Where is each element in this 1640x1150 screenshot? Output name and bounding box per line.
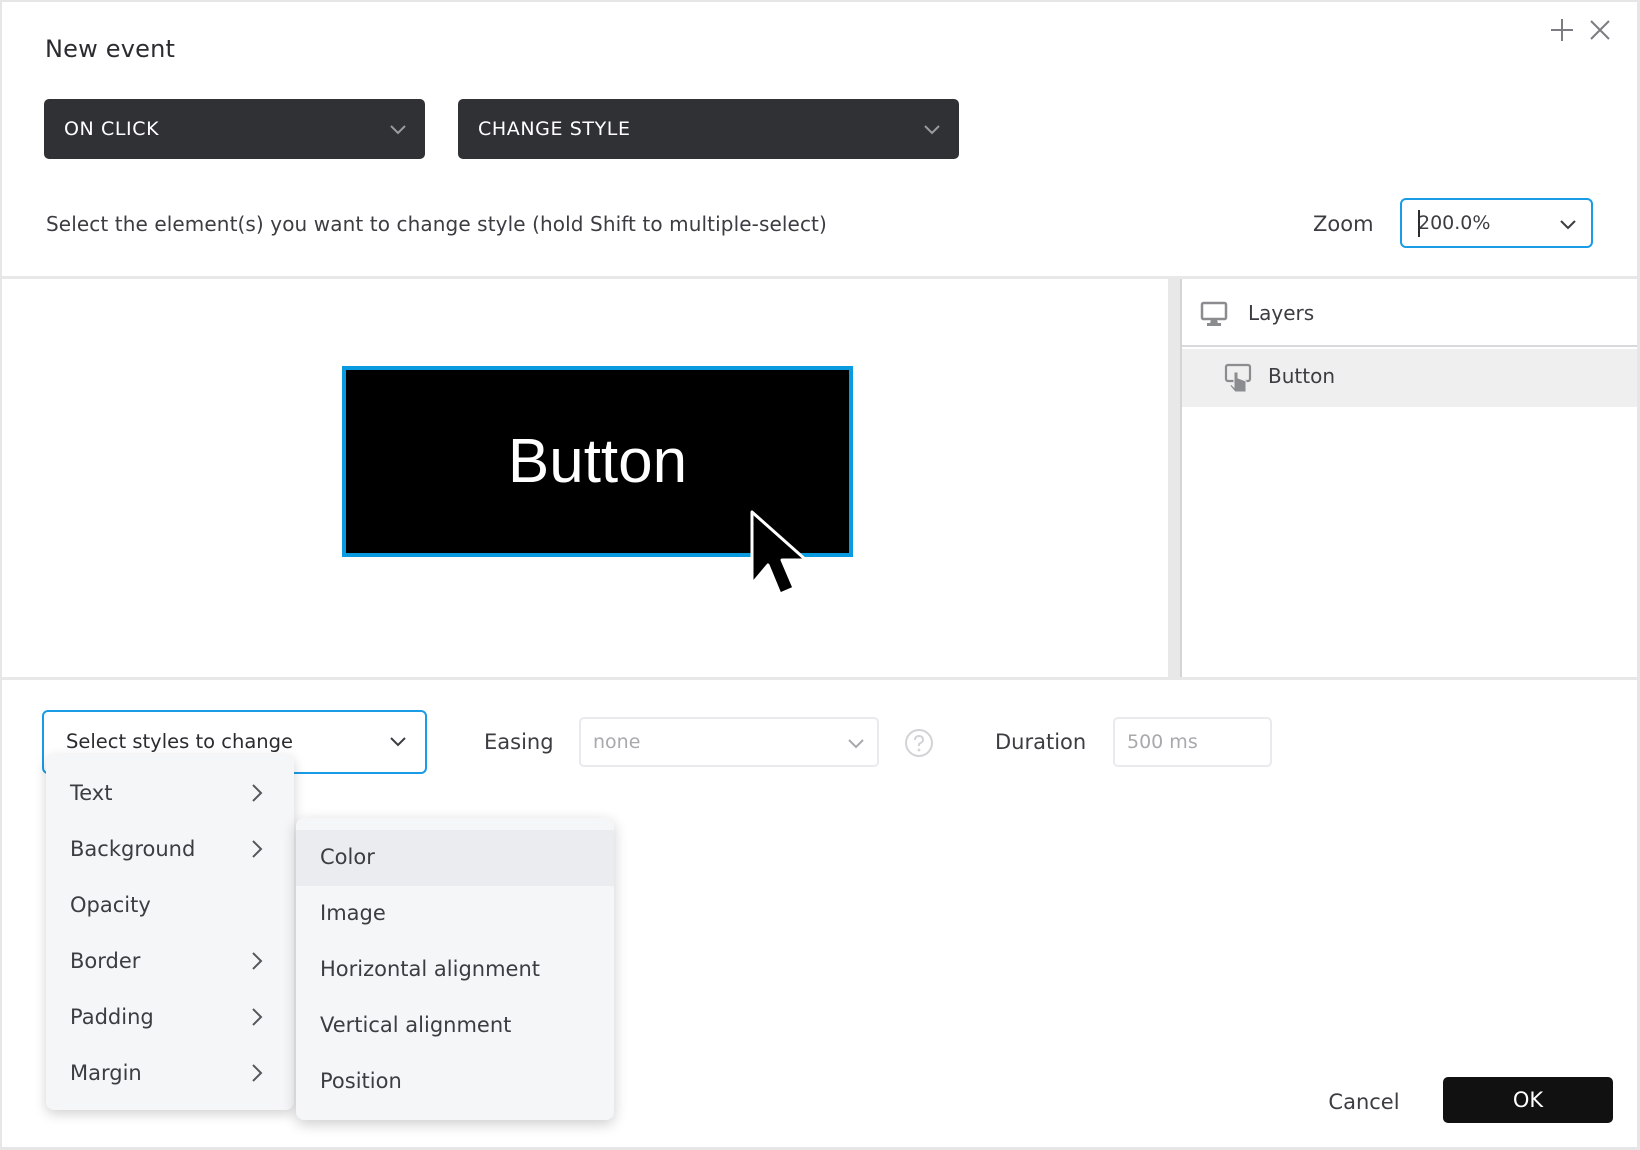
easing-select[interactable]: none (579, 717, 879, 767)
layer-item-button[interactable]: Button (1182, 349, 1637, 407)
menu-item-background[interactable]: Background (46, 822, 294, 878)
menu-item-label: Border (70, 949, 141, 973)
layers-panel: Layers Button (1182, 279, 1637, 677)
styles-select-placeholder: Select styles to change (66, 730, 294, 753)
menu-item-border[interactable]: Border (46, 934, 294, 990)
menu-item-margin[interactable]: Margin (46, 1046, 294, 1102)
dialog-title: New event (45, 35, 176, 63)
submenu-item-label: Color (320, 845, 375, 869)
chevron-right-icon (252, 784, 263, 802)
chevron-right-icon (252, 840, 263, 858)
duration-input[interactable]: 500 ms (1113, 717, 1272, 767)
trigger-select-value: ON CLICK (64, 118, 160, 140)
menu-item-text[interactable]: Text (46, 766, 294, 822)
chevron-down-icon (390, 737, 406, 747)
submenu-item-label: Vertical alignment (320, 1013, 512, 1037)
action-select[interactable]: CHANGE STYLE (458, 99, 959, 159)
styles-menu: Text Background Opacity Border Padding M… (46, 754, 294, 1110)
submenu-item-vertical-alignment[interactable]: Vertical alignment (296, 998, 614, 1054)
canvas-button-element[interactable]: Button (342, 366, 853, 557)
cancel-button[interactable]: Cancel (1314, 1078, 1414, 1126)
zoom-select[interactable]: 200.0% (1400, 198, 1593, 248)
instruction-text: Select the element(s) you want to change… (46, 212, 827, 236)
chevron-down-icon (390, 125, 406, 135)
menu-item-label: Background (70, 837, 196, 861)
background-submenu: Color Image Horizontal alignment Vertica… (296, 818, 614, 1120)
monitor-icon (1200, 301, 1228, 326)
submenu-item-image[interactable]: Image (296, 886, 614, 942)
zoom-value: 200.0% (1418, 212, 1491, 234)
canvas-button-label: Button (507, 427, 688, 496)
submenu-item-horizontal-alignment[interactable]: Horizontal alignment (296, 942, 614, 998)
plus-icon[interactable] (1548, 16, 1576, 44)
chevron-down-icon (924, 125, 940, 135)
ok-button[interactable]: OK (1443, 1077, 1613, 1123)
help-icon[interactable] (904, 728, 934, 758)
submenu-item-label: Position (320, 1069, 402, 1093)
menu-item-padding[interactable]: Padding (46, 990, 294, 1046)
easing-label: Easing (484, 730, 554, 754)
chevron-right-icon (252, 1064, 263, 1082)
menu-item-label: Opacity (70, 893, 151, 917)
chevron-down-icon (1560, 220, 1576, 230)
submenu-item-position[interactable]: Position (296, 1054, 614, 1110)
close-icon[interactable] (1586, 16, 1614, 44)
chevron-down-icon (848, 739, 864, 749)
menu-item-label: Padding (70, 1005, 154, 1029)
menu-item-label: Text (70, 781, 113, 805)
trigger-select[interactable]: ON CLICK (44, 99, 425, 159)
button-layer-icon (1224, 363, 1252, 393)
layers-title: Layers (1248, 301, 1315, 325)
menu-item-label: Margin (70, 1061, 142, 1085)
duration-label: Duration (995, 730, 1087, 754)
divider (2, 677, 1637, 680)
submenu-item-color[interactable]: Color (296, 830, 614, 886)
submenu-item-label: Horizontal alignment (320, 957, 540, 981)
chevron-right-icon (252, 952, 263, 970)
layers-header: Layers (1182, 279, 1637, 347)
chevron-right-icon (252, 1008, 263, 1026)
duration-value: 500 ms (1127, 731, 1198, 753)
new-event-dialog: New event ON CLICK CHANGE STYLE Select t… (2, 2, 1637, 1147)
layer-item-label: Button (1268, 364, 1335, 388)
menu-item-opacity[interactable]: Opacity (46, 878, 294, 934)
text-caret (1418, 210, 1420, 237)
easing-value: none (593, 731, 641, 753)
zoom-label: Zoom (1313, 212, 1374, 236)
panel-splitter[interactable] (1168, 279, 1182, 677)
submenu-item-label: Image (320, 901, 386, 925)
action-select-value: CHANGE STYLE (478, 118, 631, 140)
